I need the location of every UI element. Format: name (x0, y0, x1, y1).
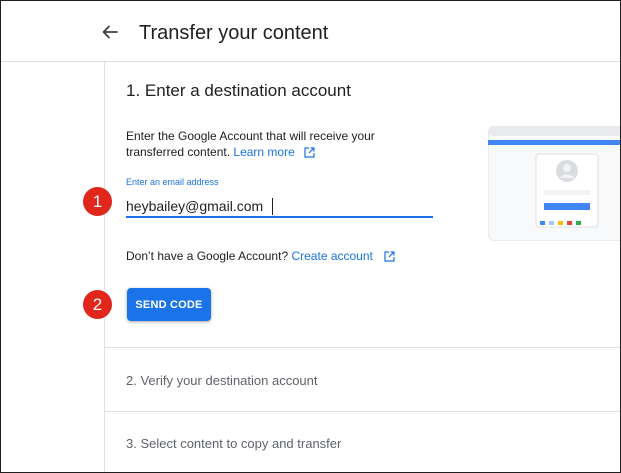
open-in-new-icon[interactable] (384, 251, 395, 265)
step-divider (105, 411, 620, 412)
email-field-underline (126, 216, 433, 218)
header-bar: Transfer your content (1, 1, 620, 62)
send-code-button[interactable]: SEND CODE (127, 288, 211, 321)
step-divider (105, 347, 620, 348)
step-1-description: Enter the Google Account that will recei… (126, 128, 406, 162)
stepper-panel: 1. Enter a destination account Enter the… (104, 62, 620, 472)
callout-badge-2: 2 (83, 290, 112, 319)
callout-badge-1: 1 (83, 187, 112, 216)
no-account-text: Don’t have a Google Account? (126, 249, 289, 263)
step-3-title[interactable]: 3. Select content to copy and transfer (126, 436, 341, 451)
app-window: Transfer your content 1. Enter a destina… (0, 0, 621, 473)
email-field-label: Enter an email address (126, 177, 219, 187)
step-2-title[interactable]: 2. Verify your destination account (126, 373, 318, 388)
open-in-new-icon[interactable] (304, 146, 315, 162)
learn-more-link[interactable]: Learn more (233, 145, 294, 159)
arrow-back-icon[interactable] (100, 22, 120, 42)
email-field[interactable] (126, 196, 433, 216)
no-account-row: Don’t have a Google Account? Create acco… (126, 249, 395, 265)
text-cursor (272, 198, 273, 215)
step-1-title: 1. Enter a destination account (126, 81, 351, 100)
page-title: Transfer your content (139, 22, 329, 44)
account-illustration (488, 126, 620, 241)
create-account-link[interactable]: Create account (291, 249, 372, 263)
